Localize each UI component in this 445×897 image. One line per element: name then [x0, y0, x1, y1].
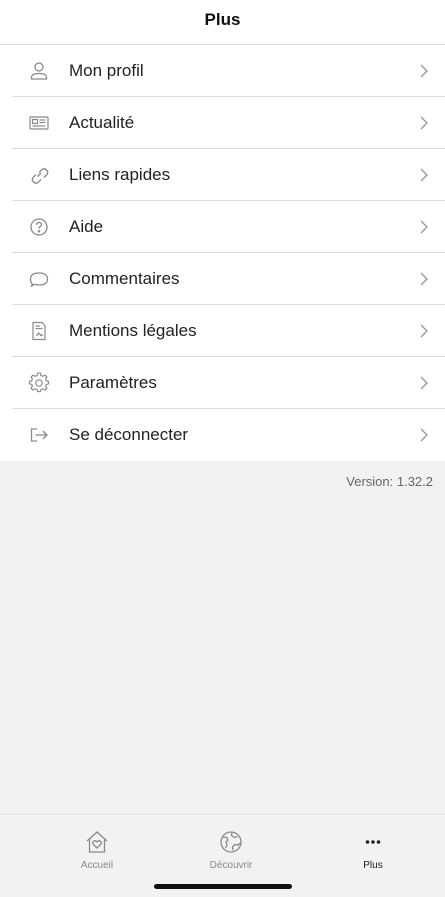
menu-item-label: Mon profil: [69, 61, 144, 80]
user-icon: [28, 60, 50, 82]
menu-list: Mon profil Actualité Liens rapides Aide …: [0, 44, 445, 461]
chevron-right-icon: [419, 115, 429, 131]
version-label: Version: 1.32.2: [346, 474, 433, 489]
tab-label: Accueil: [80, 860, 114, 871]
more-screen: Plus Mon profil Actualité Liens rapides …: [0, 0, 445, 897]
globe-icon: [218, 829, 244, 855]
chevron-right-icon: [419, 427, 429, 443]
menu-item-label: Aide: [69, 217, 104, 236]
chevron-right-icon: [419, 271, 429, 287]
document-icon: [28, 320, 50, 342]
more-icon: [360, 829, 386, 855]
header-bar: Plus: [0, 0, 445, 44]
menu-item-label: Mentions légales: [69, 321, 197, 340]
tab-plus[interactable]: Plus: [318, 829, 428, 879]
menu-item-parametres[interactable]: Paramètres: [0, 357, 445, 409]
link-icon: [28, 164, 50, 186]
menu-item-se-deconnecter[interactable]: Se déconnecter: [0, 409, 445, 461]
tab-decouvrir[interactable]: Découvrir: [176, 829, 286, 879]
chevron-right-icon: [419, 323, 429, 339]
chevron-right-icon: [419, 167, 429, 183]
chevron-right-icon: [419, 63, 429, 79]
page-title: Plus: [204, 10, 241, 29]
menu-item-mentions-legales[interactable]: Mentions légales: [0, 305, 445, 357]
gear-icon: [28, 372, 50, 394]
news-icon: [28, 112, 50, 134]
chevron-right-icon: [419, 375, 429, 391]
help-icon: [28, 216, 50, 238]
menu-item-liens-rapides[interactable]: Liens rapides: [0, 149, 445, 201]
menu-item-label: Actualité: [69, 113, 135, 132]
menu-item-aide[interactable]: Aide: [0, 201, 445, 253]
tab-label: Plus: [363, 860, 383, 871]
home-indicator[interactable]: [154, 884, 292, 889]
menu-item-actualite[interactable]: Actualité: [0, 97, 445, 149]
menu-item-commentaires[interactable]: Commentaires: [0, 253, 445, 305]
home-icon: [84, 829, 110, 855]
menu-item-label: Liens rapides: [69, 165, 171, 184]
comment-icon: [28, 268, 50, 290]
chevron-right-icon: [419, 219, 429, 235]
menu-item-label: Commentaires: [69, 269, 180, 288]
logout-icon: [28, 424, 50, 446]
menu-item-label: Paramètres: [69, 373, 157, 392]
menu-item-mon-profil[interactable]: Mon profil: [0, 45, 445, 97]
menu-item-label: Se déconnecter: [69, 425, 189, 444]
tab-accueil[interactable]: Accueil: [42, 829, 152, 879]
tab-label: Découvrir: [209, 860, 253, 871]
